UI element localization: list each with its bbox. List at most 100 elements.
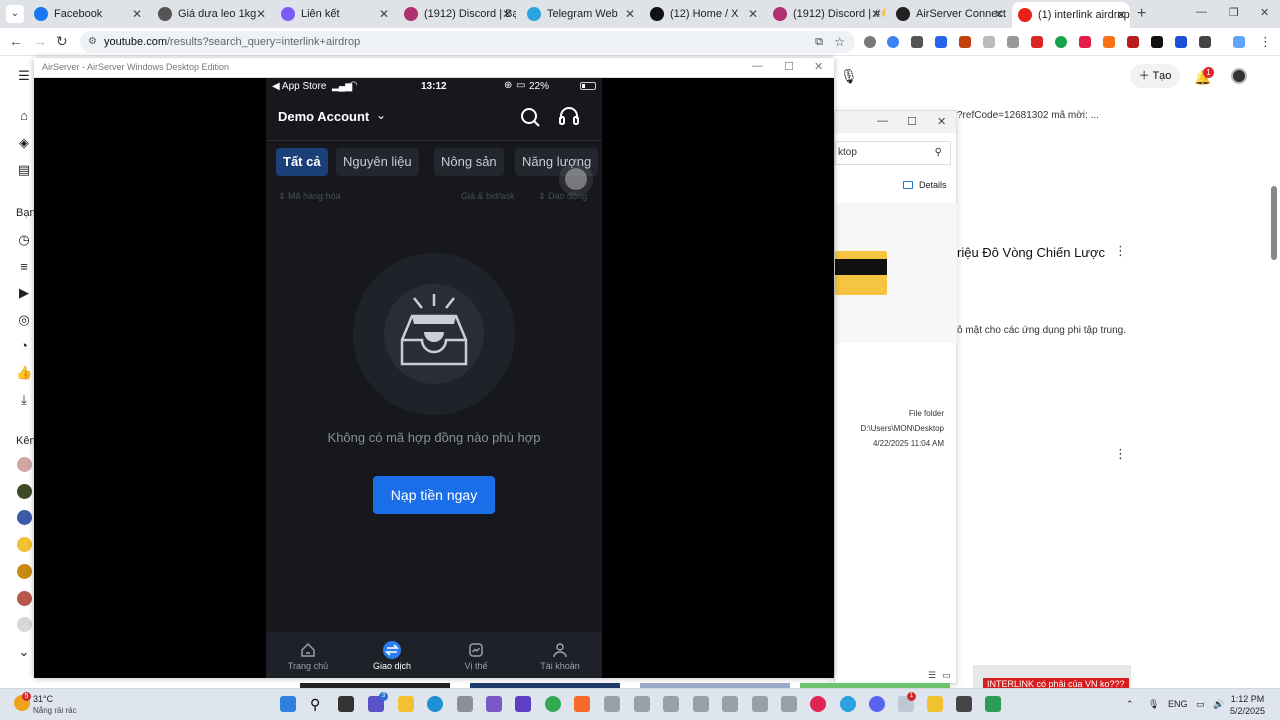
new-tab-button[interactable]: + (1137, 5, 1146, 23)
channel-avatar[interactable] (17, 591, 32, 606)
back-button[interactable]: ← (9, 33, 23, 49)
maximize-icon[interactable]: ☐ (784, 60, 794, 73)
weather-temperature[interactable]: 31°C (33, 694, 53, 704)
channel-avatar[interactable] (17, 457, 32, 472)
media-app-icon[interactable] (515, 696, 531, 712)
maximize-icon[interactable]: ☐ (907, 115, 917, 128)
list-view-icon[interactable]: ☰ (928, 670, 936, 681)
close-icon[interactable]: ✕ (937, 115, 946, 128)
tiles-view-icon[interactable]: ▭ (942, 670, 951, 681)
tab-youtube-active[interactable]: (1) interlink airdrop - ✕ (1012, 2, 1130, 28)
taskbar-app-icon[interactable] (693, 696, 709, 712)
tab-discord-2[interactable]: (1912) Discord | #👋 ✕ (767, 3, 885, 25)
channel-avatar[interactable] (17, 564, 32, 579)
column-header-change[interactable]: ⇕ Dao động (538, 191, 587, 202)
file-explorer-icon[interactable] (398, 696, 414, 712)
channel-avatar[interactable] (17, 510, 32, 525)
microphone-icon[interactable]: 🎙 (1148, 699, 1159, 710)
deposit-now-button[interactable]: Nạp tiền ngay (373, 476, 495, 514)
brave-icon[interactable] (574, 696, 590, 712)
tab-telegram[interactable]: Telegram Web ✕ (521, 3, 639, 25)
subscriptions-icon[interactable]: ▤ (16, 162, 32, 178)
taskbar-app-icon[interactable] (810, 696, 826, 712)
category-tab-energy[interactable]: Năng lượng (515, 148, 599, 176)
minimize-icon[interactable]: — (752, 60, 763, 72)
tab-search-button[interactable]: ⌄ (6, 5, 24, 23)
shorts-icon[interactable]: ◈ (16, 135, 32, 151)
task-view-icon[interactable] (338, 696, 354, 712)
close-icon[interactable]: ✕ (871, 3, 881, 25)
nav-tab-account[interactable]: Tài khoản (518, 632, 602, 678)
extension-icon[interactable] (911, 36, 923, 48)
forward-button[interactable]: → (33, 33, 47, 49)
close-icon[interactable]: ✕ (748, 3, 758, 25)
avatar[interactable] (1231, 68, 1247, 84)
chevron-down-icon[interactable]: ⌄ (376, 108, 386, 122)
taskbar-app-icon[interactable] (634, 696, 650, 712)
chevron-down-icon[interactable]: ⌄ (16, 644, 32, 660)
close-icon[interactable]: ✕ (502, 3, 512, 25)
language-indicator[interactable]: ENG (1168, 699, 1188, 709)
nav-tab-trade[interactable]: Giao dịch (350, 632, 434, 678)
taskbar-app-icon[interactable] (722, 696, 738, 712)
extension-icon[interactable] (1127, 36, 1139, 48)
install-app-icon[interactable]: ⧉ (815, 31, 823, 53)
edge-icon[interactable] (427, 696, 443, 712)
close-icon[interactable]: ✕ (625, 3, 635, 25)
taskbar-app-icon[interactable] (663, 696, 679, 712)
close-icon[interactable]: ✕ (379, 3, 389, 25)
video-title[interactable]: riệu Đô Vòng Chiến Lược (957, 245, 1105, 260)
page-scrollbar[interactable] (1271, 186, 1277, 260)
close-icon[interactable]: ✕ (994, 3, 1004, 25)
taskbar-app-icon[interactable] (752, 696, 768, 712)
extension-icon[interactable] (959, 36, 971, 48)
downloads-icon[interactable]: ⤓ (16, 392, 32, 408)
category-tab-materials[interactable]: Nguyên liệu (336, 148, 419, 176)
hamburger-icon[interactable]: ☰ (16, 68, 32, 84)
category-tab-all[interactable]: Tất cả (276, 148, 328, 176)
taskbar-app-icon[interactable] (781, 696, 797, 712)
close-icon[interactable]: ✕ (1116, 2, 1126, 28)
airserver-icon[interactable] (985, 696, 1001, 712)
headset-support-icon[interactable] (558, 107, 580, 127)
tab-x-home[interactable]: (12) Home / X ✕ (644, 3, 762, 25)
folder-icon[interactable] (927, 696, 943, 712)
category-tab-agriculture[interactable]: Nông sản (434, 148, 504, 176)
extension-icon[interactable] (887, 36, 899, 48)
store-icon[interactable] (486, 696, 502, 712)
close-window-icon[interactable]: ✕ (1260, 6, 1269, 19)
channel-avatar[interactable] (17, 537, 32, 552)
snipping-tool-icon[interactable] (457, 696, 473, 712)
extension-icon[interactable] (864, 36, 876, 48)
extension-icon[interactable] (935, 36, 947, 48)
address-bar[interactable]: ⚙ youtube.com/results?search_query=inter… (80, 31, 855, 53)
explorer-search-input[interactable]: ktop ⚲ (835, 141, 951, 165)
network-icon[interactable]: ▭ (1196, 699, 1205, 710)
site-info-icon[interactable]: ⚙ (88, 31, 97, 53)
taskbar-app-icon[interactable] (604, 696, 620, 712)
channel-avatar[interactable] (17, 617, 32, 632)
extension-icon[interactable] (1151, 36, 1163, 48)
tab-facebook[interactable]: Facebook ✕ (28, 3, 146, 25)
bookmark-star-icon[interactable]: ☆ (834, 31, 845, 53)
extension-icon[interactable] (1031, 36, 1043, 48)
volume-icon[interactable]: 🔊 (1213, 699, 1224, 710)
chrome-icon[interactable] (545, 696, 561, 712)
discord-icon[interactable] (869, 696, 885, 712)
tab-airserver-connect[interactable]: AirServer Connect - B ✕ (890, 3, 1008, 25)
podcasts-icon[interactable]: ◎ (16, 312, 32, 328)
tab-discord-1[interactable]: (1912) Discord | Bạn b ✕ (398, 3, 516, 25)
more-options-icon[interactable]: ⋮ (1114, 446, 1127, 462)
search-icon[interactable]: ⚲ (310, 696, 326, 712)
more-options-icon[interactable]: ⋮ (1114, 243, 1127, 259)
nav-tab-home[interactable]: Trang chủ (266, 632, 350, 678)
close-icon[interactable]: ✕ (814, 60, 823, 73)
create-button[interactable]: ＋ Tạo (1130, 64, 1180, 88)
watch-later-icon[interactable]: ◔ (16, 338, 32, 354)
account-selector-label[interactable]: Demo Account (278, 109, 369, 124)
system-clock[interactable]: 1:12 PM 5/2/2025 (1230, 693, 1265, 717)
channel-avatar[interactable] (17, 484, 32, 499)
home-icon[interactable]: ⌂ (16, 108, 32, 124)
your-videos-icon[interactable]: ▶ (16, 285, 32, 301)
telegram-icon[interactable] (840, 696, 856, 712)
